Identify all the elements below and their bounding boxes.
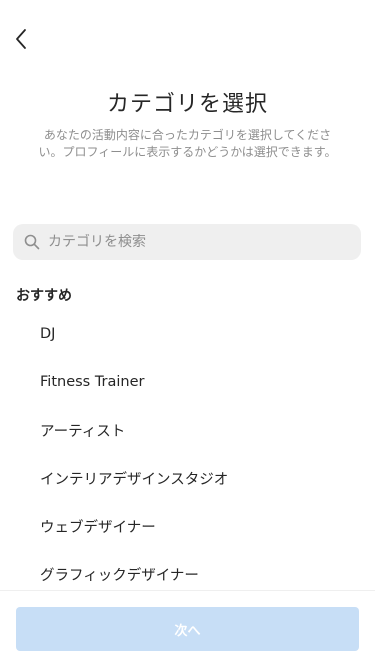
category-item[interactable]: DJ [0, 310, 375, 358]
category-item[interactable]: アーティスト [0, 406, 375, 454]
search-icon [23, 234, 40, 251]
category-select-screen: カテゴリを選択 あなたの活動内容に合ったカテゴリを選択してください。プロフィール… [0, 0, 375, 667]
section-header-recommended: おすすめ [16, 288, 72, 304]
footer-bar: 次へ [0, 590, 375, 667]
page-title: カテゴリを選択 [106, 92, 268, 117]
category-item[interactable]: Fitness Trainer [0, 358, 375, 406]
search-input[interactable] [48, 234, 338, 250]
chevron-left-icon [14, 28, 28, 54]
back-button[interactable] [6, 26, 36, 56]
page-subtitle: あなたの活動内容に合ったカテゴリを選択してください。プロフィールに表示するかどう… [38, 128, 337, 159]
category-item[interactable]: ウェブデザイナー [0, 502, 375, 550]
next-button[interactable]: 次へ [16, 607, 359, 651]
search-box[interactable] [13, 224, 361, 260]
category-item[interactable]: インテリアデザインスタジオ [0, 454, 375, 502]
category-list: DJ Fitness Trainer アーティスト インテリアデザインスタジオ … [0, 310, 375, 598]
